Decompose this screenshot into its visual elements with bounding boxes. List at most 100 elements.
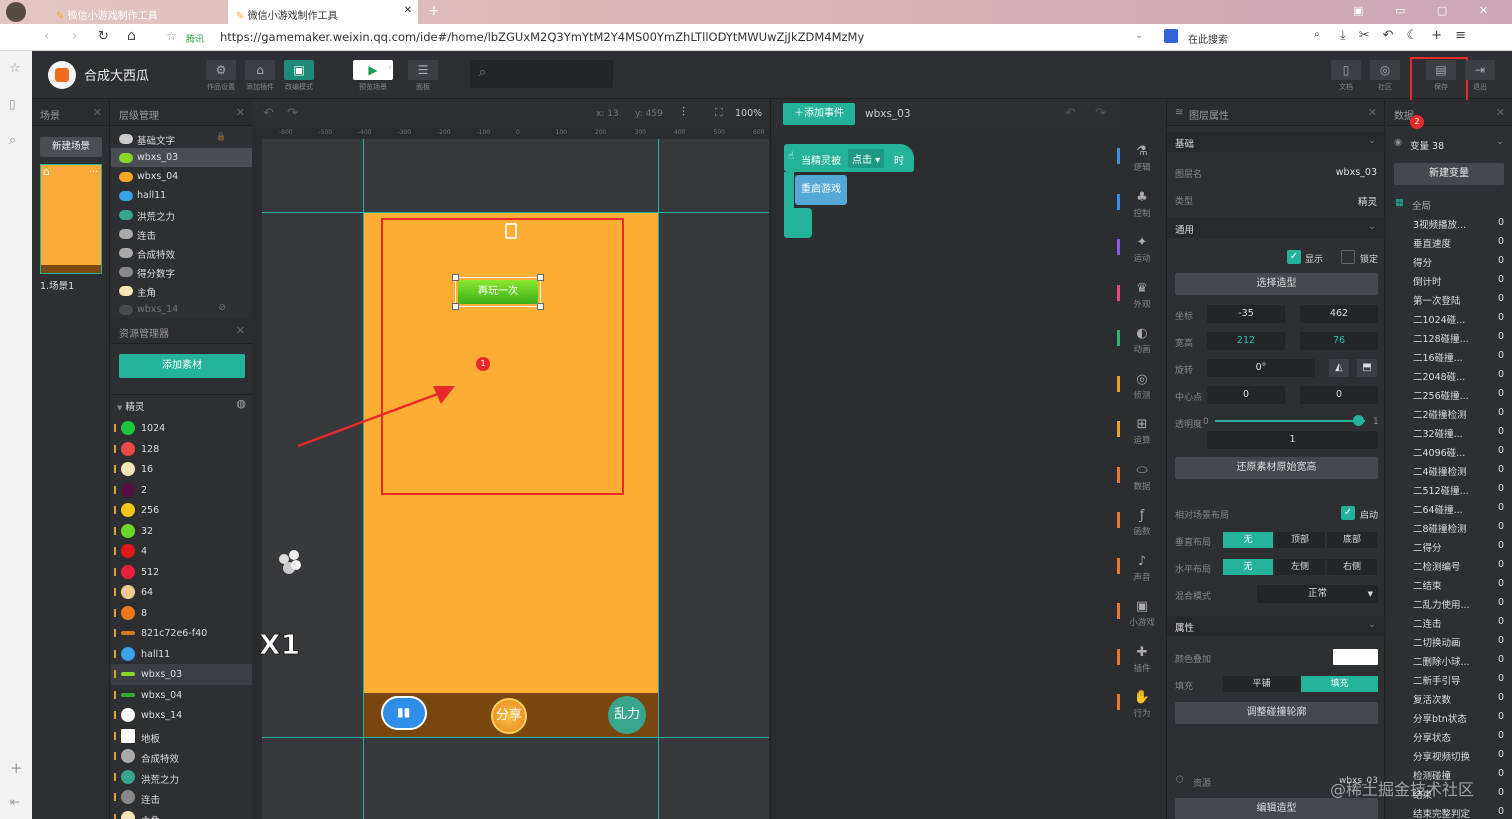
category-7[interactable]: ⊞ 运算 (1117, 417, 1165, 446)
close-icon[interactable]: ✕ (93, 106, 102, 119)
align-icon[interactable]: ⫶ (682, 105, 685, 120)
opacity-slider[interactable] (1215, 415, 1365, 426)
section-basic[interactable]: 基础 ⌄ (1167, 132, 1386, 152)
new-variable-button[interactable]: 新建变量 (1394, 163, 1504, 185)
variable-item[interactable]: 二连击 0 (1386, 612, 1512, 631)
variable-item[interactable]: 二删除小球... 0 (1386, 650, 1512, 669)
sprite-item[interactable]: 512 (111, 562, 252, 583)
sprite-item[interactable]: 256 (111, 500, 252, 521)
category-3[interactable]: ✦ 运动 (1117, 235, 1165, 264)
variable-item[interactable]: 二512碰撞... 0 (1386, 479, 1512, 498)
bookmark-icon[interactable]: ☆ (166, 29, 177, 43)
category-11[interactable]: ▣ 小游戏 (1117, 599, 1165, 628)
variable-item[interactable]: 二检测编号 0 (1386, 555, 1512, 574)
zoom-level[interactable]: 100% (735, 108, 762, 119)
sprite-item[interactable]: 主角 (111, 808, 252, 819)
y-input[interactable]: 462 (1300, 305, 1378, 323)
layer-item[interactable]: 基础文字 🔒 (111, 129, 252, 148)
sprite-item[interactable]: 8 (111, 603, 252, 624)
sprite-item[interactable]: 4 (111, 541, 252, 562)
sprite-item[interactable]: 32 (111, 521, 252, 542)
layer-item[interactable]: 洪荒之力 (111, 205, 252, 224)
avatar[interactable] (6, 2, 26, 22)
search-engine-icon[interactable] (1164, 29, 1178, 43)
sprite-group-header[interactable]: ▼ 精灵 ◍ (111, 394, 252, 413)
variable-item[interactable]: 二32碰撞... 0 (1386, 422, 1512, 441)
category-2[interactable]: ♣ 控制 (1117, 190, 1165, 219)
docs-button[interactable]: ▯ 文档 (1329, 60, 1363, 92)
sprite-item[interactable]: 16 (111, 459, 252, 480)
sprite-item[interactable]: 连击 (111, 787, 252, 808)
community-button[interactable]: ◎ 社区 (1368, 60, 1402, 92)
variable-item[interactable]: 二256碰撞... 0 (1386, 384, 1512, 403)
variable-item[interactable]: 二切换动画 0 (1386, 631, 1512, 650)
edit-shape-button[interactable]: 编辑造型 (1175, 798, 1378, 819)
share-button[interactable]: 分享 (491, 698, 527, 734)
flip-vertical-icon[interactable]: ⬒ (1357, 359, 1377, 377)
category-10[interactable]: ♪ 声音 (1117, 554, 1165, 583)
combo-label[interactable]: X1 (258, 628, 300, 662)
category-13[interactable]: ✋ 行为 (1117, 690, 1165, 719)
sprite-item[interactable]: 821c72e6-f40 (111, 623, 252, 644)
relative-layout-checkbox[interactable]: ✓ (1341, 506, 1355, 520)
center-x-input[interactable]: 0 (1207, 386, 1285, 404)
width-input[interactable]: 212 (1207, 332, 1285, 350)
close-icon[interactable]: ✕ (1496, 106, 1505, 119)
power-button[interactable]: 乱力 (608, 696, 646, 734)
category-1[interactable]: ⚗ 逻辑 (1117, 144, 1165, 173)
add-event-button[interactable]: ＋添加事件 (783, 103, 855, 125)
reload-icon[interactable]: ↻ (98, 29, 109, 44)
close-icon[interactable]: ✕ (236, 106, 245, 119)
variable-item[interactable]: 得分 0 (1386, 251, 1512, 270)
blend-select[interactable]: 正常 ▼ (1257, 585, 1378, 603)
variable-item[interactable]: 二4096碰... 0 (1386, 441, 1512, 460)
sprite-item[interactable]: wbxs_03 (111, 664, 252, 685)
variable-item[interactable]: 第一次登陆 0 (1386, 289, 1512, 308)
sprite-item[interactable]: 1024 (111, 418, 252, 439)
variable-item[interactable]: 二得分 0 (1386, 536, 1512, 555)
event-block[interactable]: ☝ 当精灵被 点击 ▾ 时 (784, 144, 914, 172)
back-icon[interactable]: ‹ (44, 29, 49, 44)
block-action-dropdown[interactable]: 点击 ▾ (848, 149, 885, 168)
variable-item[interactable]: 二4碰撞检测 0 (1386, 460, 1512, 479)
variable-item[interactable]: 二1024碰... 0 (1386, 308, 1512, 327)
section-general[interactable]: 通用 ⌄ (1167, 218, 1386, 238)
v-layout-top[interactable]: 顶部 (1275, 532, 1325, 548)
reader-icon[interactable]: ▯ (9, 97, 16, 111)
flip-horizontal-icon[interactable]: ◭ (1329, 359, 1349, 377)
edit-mode-button[interactable]: ▣ 改编模式 (282, 60, 316, 92)
layer-item[interactable]: wbxs_03 (111, 148, 252, 167)
sprite-item[interactable]: 洪荒之力 (111, 767, 252, 788)
global-search-input[interactable]: ⌕ (470, 60, 613, 88)
browser-search-input[interactable]: 在此搜索 (1188, 31, 1228, 46)
variable-item[interactable]: 二乱力使用... 0 (1386, 593, 1512, 612)
preview-dropdown-icon[interactable]: ▾ (388, 63, 392, 72)
hidden-icon[interactable]: ⊘ (218, 303, 226, 313)
lock-checkbox[interactable] (1341, 250, 1355, 264)
center-y-input[interactable]: 0 (1300, 386, 1378, 404)
settings-button[interactable]: ⚙ 作品设置 (204, 60, 238, 92)
sprite-item[interactable]: 128 (111, 439, 252, 460)
browser-search-icon[interactable]: ⌕ (1314, 29, 1320, 40)
fill-tile[interactable]: 平铺 (1223, 676, 1300, 692)
h-layout-left[interactable]: 左侧 (1275, 559, 1325, 575)
rank-button[interactable]: ▮▮ (381, 696, 427, 730)
fill-stretch[interactable]: 填充 (1301, 676, 1378, 692)
category-12[interactable]: ✚ 插件 (1117, 645, 1165, 674)
variable-item[interactable]: 3视频播放... 0 (1386, 213, 1512, 232)
more-icon[interactable]: … (89, 165, 98, 175)
restore-size-button[interactable]: 还原素材原始宽高 (1175, 457, 1378, 479)
star-icon[interactable]: ☆ (9, 61, 21, 76)
category-4[interactable]: ♛ 外观 (1117, 281, 1165, 310)
close-tab-icon[interactable]: ✕ (404, 5, 412, 16)
sprite-item[interactable]: 64 (111, 582, 252, 603)
color-swatch[interactable] (1333, 649, 1378, 665)
category-6[interactable]: ◎ 侦测 (1117, 372, 1165, 401)
collision-button[interactable]: 调整碰撞轮廓 (1175, 702, 1378, 724)
lock-icon[interactable]: 🔒 (216, 132, 226, 141)
undo-icon[interactable]: ↶ (263, 106, 274, 121)
variable-item[interactable]: 二16碰撞... 0 (1386, 346, 1512, 365)
global-scope-row[interactable]: ▦ 全局 (1386, 194, 1512, 212)
layer-item[interactable]: 合成特效 (111, 243, 252, 262)
search-icon[interactable]: ⌕ (9, 133, 16, 148)
